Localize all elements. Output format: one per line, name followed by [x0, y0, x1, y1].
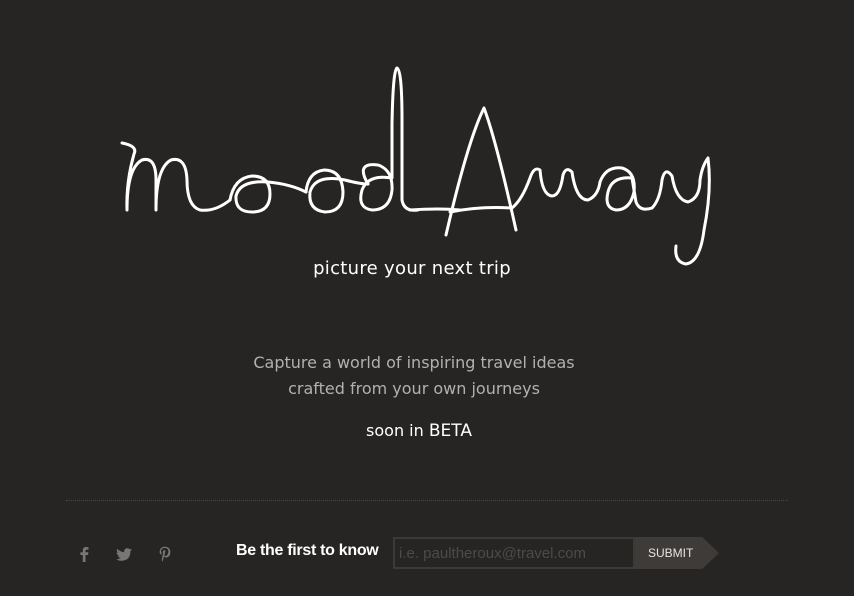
tagline: picture your next trip [313, 258, 511, 279]
beta-prefix: soon in [366, 421, 424, 440]
twitter-icon[interactable] [114, 544, 134, 564]
submit-button[interactable]: SUBMIT [635, 537, 719, 569]
landing-page: picture your next trip Capture a world o… [0, 0, 854, 596]
logo-script [120, 66, 711, 266]
divider [66, 500, 788, 501]
moodaway-logo [0, 0, 854, 290]
intro-text: Capture a world of inspiring travel idea… [0, 350, 828, 402]
email-input[interactable] [393, 537, 635, 569]
pinterest-icon[interactable] [155, 544, 175, 564]
intro-line-2: crafted from your own journeys [288, 379, 540, 398]
beta-notice: soon in BETA [0, 421, 838, 441]
beta-label: BETA [428, 421, 472, 441]
facebook-icon[interactable] [74, 544, 94, 564]
signup-label: Be the first to know [236, 542, 379, 559]
intro-line-1: Capture a world of inspiring travel idea… [253, 353, 575, 372]
